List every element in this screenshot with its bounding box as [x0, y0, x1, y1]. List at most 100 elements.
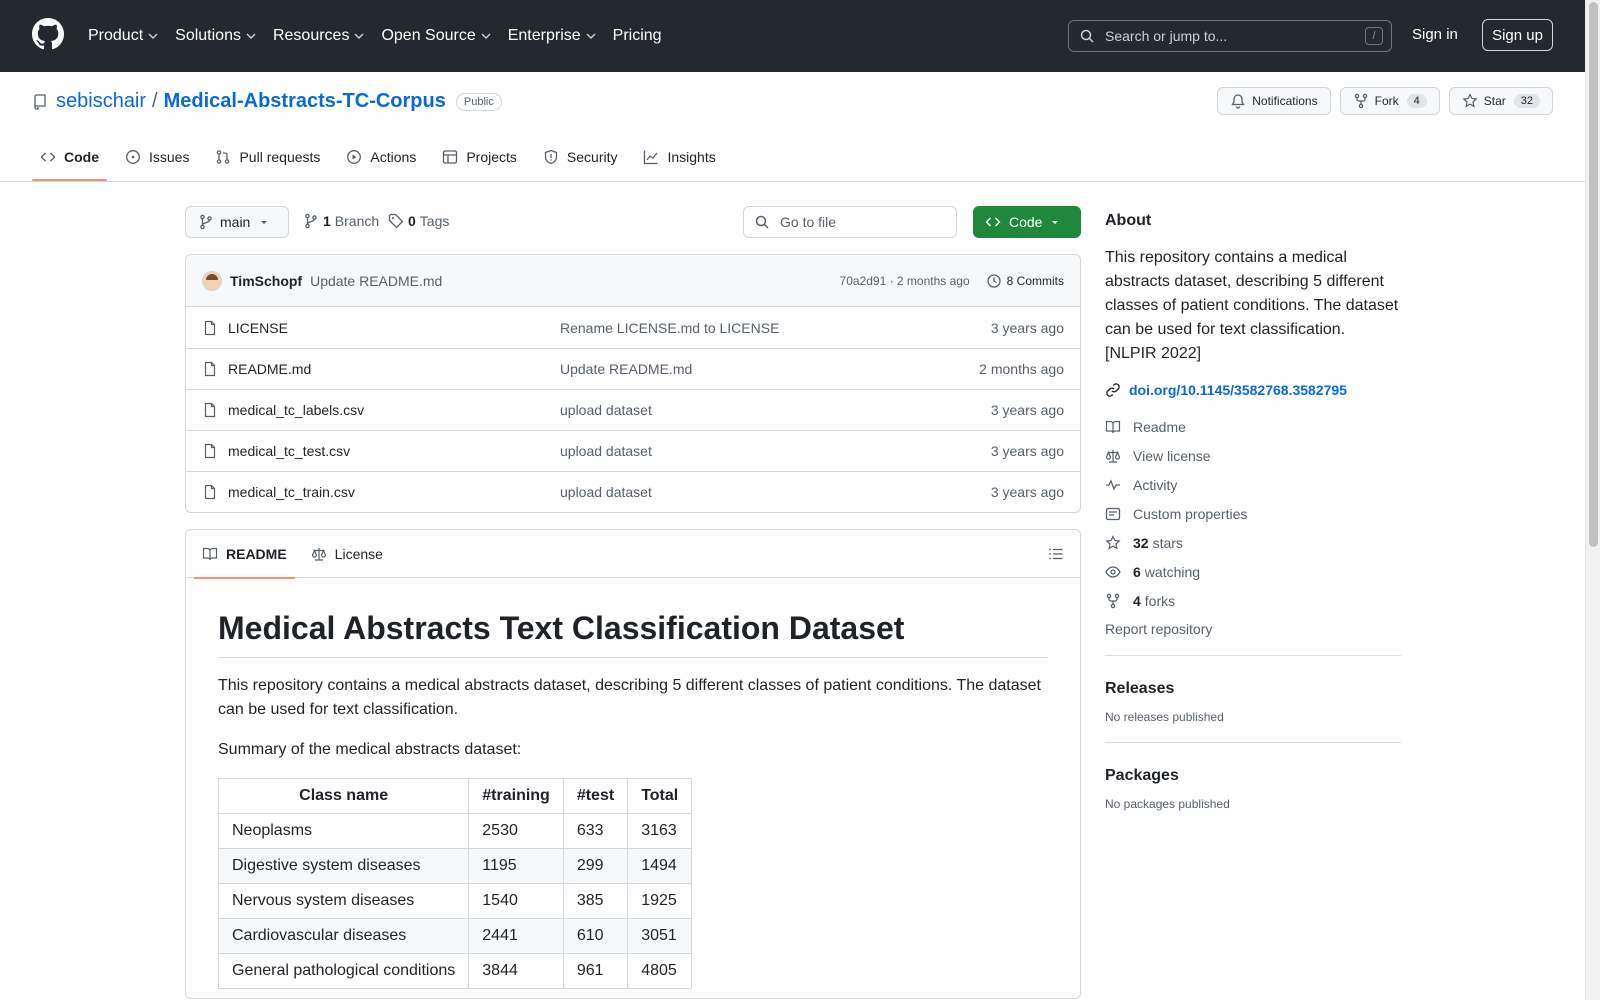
nav-open-source-label: Open Source — [381, 27, 476, 44]
commit-meta: 70a2d91 · 2 months ago 8 Commits — [840, 273, 1064, 289]
github-logo-icon[interactable] — [32, 18, 64, 50]
file-name-link[interactable]: medical_tc_labels.csv — [228, 402, 560, 418]
table-header-cell: Class name — [217, 778, 470, 814]
commits-link[interactable]: 8 Commits — [986, 273, 1064, 289]
custom-properties-link[interactable]: Custom properties — [1105, 499, 1401, 528]
table-cell: 2530 — [468, 813, 564, 849]
about-description: This repository contains a medical abstr… — [1105, 249, 1399, 362]
go-to-file-input[interactable]: Go to file — [743, 206, 957, 238]
file-row[interactable]: LICENSE Rename LICENSE.md to LICENSE 3 yea… — [186, 307, 1080, 348]
file-name-link[interactable]: medical_tc_train.csv — [228, 484, 560, 500]
go-to-file-placeholder: Go to file — [780, 214, 837, 230]
nav-open-source[interactable]: Open Source — [381, 27, 491, 45]
tags-link[interactable]: 0 Tags — [388, 213, 449, 229]
fork-button[interactable]: Fork 4 — [1339, 87, 1440, 115]
readme-summary: Summary of the medical abstracts dataset… — [218, 741, 522, 758]
file-name-link[interactable]: README.md — [228, 361, 560, 377]
file-commit-message-link[interactable]: upload dataset — [560, 484, 991, 500]
readme-link-label: Readme — [1133, 418, 1186, 435]
global-nav: Product Solutions Resources Open Source … — [88, 0, 678, 72]
table-cell: 4805 — [627, 953, 693, 989]
table-cell: 1540 — [468, 883, 564, 919]
caret-down-icon — [1052, 221, 1058, 224]
file-name-link[interactable]: medical_tc_test.csv — [228, 443, 560, 459]
avatar[interactable] — [202, 270, 222, 291]
chevron-down-icon — [148, 33, 158, 39]
visibility-badge: Public — [455, 92, 502, 111]
code-icon — [40, 152, 56, 162]
repo-owner-link[interactable]: sebischair — [56, 90, 146, 113]
table-row: Digestive system diseases 1195 299 1494 — [217, 848, 693, 884]
file-row[interactable]: README.md Update README.md 2 months ago — [186, 348, 1080, 389]
nav-solutions[interactable]: Solutions — [175, 27, 257, 45]
file-commit-message-link[interactable]: upload dataset — [560, 402, 991, 418]
doi-link[interactable]: doi.org/10.1145/3582768.3582795 — [1105, 382, 1401, 398]
table-cell: Nervous system diseases — [217, 883, 470, 919]
file-row[interactable]: medical_tc_test.csv upload dataset 3 years… — [186, 430, 1080, 471]
readme-link[interactable]: Readme — [1105, 412, 1401, 441]
readme-tabs: README License — [186, 530, 1080, 579]
forks-link[interactable]: 4 forks — [1105, 586, 1401, 615]
issue-icon — [126, 150, 140, 164]
nav-product[interactable]: Product — [88, 27, 159, 45]
tab-issues[interactable]: Issues — [117, 133, 197, 181]
tab-projects[interactable]: Projects — [434, 133, 525, 181]
commit-author-link[interactable]: TimSchopf — [230, 273, 302, 289]
custom-properties-label: Custom properties — [1133, 505, 1248, 522]
main-column: main 1 Branch 0 Tags Go to file Code Tim… — [185, 206, 1081, 999]
list-icon[interactable] — [1048, 546, 1064, 562]
tab-insights[interactable]: Insights — [635, 133, 723, 181]
scrollbar-thumb[interactable] — [1589, 2, 1598, 547]
branches-link[interactable]: 1 Branch — [303, 213, 379, 229]
repo-name-link[interactable]: Medical-Abstracts-TC-Corpus — [164, 90, 446, 113]
commit-hash-time[interactable]: 70a2d91 · 2 months ago — [840, 274, 970, 288]
file-row[interactable]: medical_tc_labels.csv upload dataset 3 yea… — [186, 389, 1080, 430]
file-row[interactable]: medical_tc_train.csv upload dataset 3 year… — [186, 471, 1080, 512]
tab-security-label: Security — [566, 149, 618, 165]
tab-security[interactable]: Security — [535, 133, 626, 181]
tab-license[interactable]: License — [303, 530, 391, 578]
file-commit-message-link[interactable]: Rename LICENSE.md to LICENSE — [560, 320, 991, 336]
nav-pricing[interactable]: Pricing — [613, 27, 662, 45]
tab-pull-requests[interactable]: Pull requests — [207, 133, 328, 181]
star-icon — [1462, 93, 1478, 108]
commit-message-link[interactable]: Update README.md — [310, 273, 442, 289]
tab-code[interactable]: Code — [32, 133, 107, 181]
file-name-link[interactable]: LICENSE — [228, 320, 560, 336]
watching-link[interactable]: 6 watching — [1105, 557, 1401, 586]
notifications-button[interactable]: Notifications — [1217, 87, 1331, 115]
nav-resources[interactable]: Resources — [273, 27, 365, 45]
about-sidebar: About This repository contains a medical… — [1105, 206, 1401, 829]
branch-select-button[interactable]: main — [185, 206, 289, 238]
report-repository-link[interactable]: Report repository — [1105, 621, 1401, 656]
sign-up-button[interactable]: Sign up — [1482, 19, 1553, 51]
tab-actions[interactable]: Actions — [338, 133, 424, 181]
code-dropdown-button[interactable]: Code — [973, 206, 1081, 238]
table-cell: 3051 — [627, 918, 693, 954]
table-body: Neoplasms 2530 633 3163 Digestive system dis… — [217, 813, 693, 989]
tab-readme[interactable]: README — [194, 530, 295, 579]
activity-link[interactable]: Activity — [1105, 470, 1401, 499]
caret-down-icon — [261, 221, 267, 224]
tab-license-label: License — [334, 545, 383, 562]
file-commit-message-link[interactable]: Update README.md — [560, 361, 979, 377]
sign-in-link[interactable]: Sign in — [1412, 26, 1458, 43]
page-scrollbar[interactable] — [1585, 0, 1600, 1000]
star-label: Star — [1483, 94, 1506, 108]
table-cell: 385 — [562, 883, 629, 919]
global-search-input[interactable]: Search or jump to... / — [1068, 20, 1392, 52]
table-cell: 2441 — [468, 918, 564, 954]
file-commit-message-link[interactable]: upload dataset — [560, 443, 991, 459]
license-link[interactable]: View license — [1105, 441, 1401, 470]
releases-section: Releases No releases published — [1105, 656, 1401, 743]
star-button[interactable]: Star 32 — [1448, 87, 1553, 115]
table-cell: 1925 — [627, 883, 693, 919]
tab-readme-label: README — [226, 545, 287, 562]
tab-issues-label: Issues — [149, 149, 190, 165]
file-icon — [204, 443, 216, 459]
nav-enterprise[interactable]: Enterprise — [508, 27, 597, 45]
releases-heading[interactable]: Releases — [1105, 680, 1401, 698]
packages-heading[interactable]: Packages — [1105, 767, 1401, 785]
stars-link[interactable]: 32 stars — [1105, 528, 1401, 557]
file-updated-time: 3 years ago — [990, 402, 1064, 418]
